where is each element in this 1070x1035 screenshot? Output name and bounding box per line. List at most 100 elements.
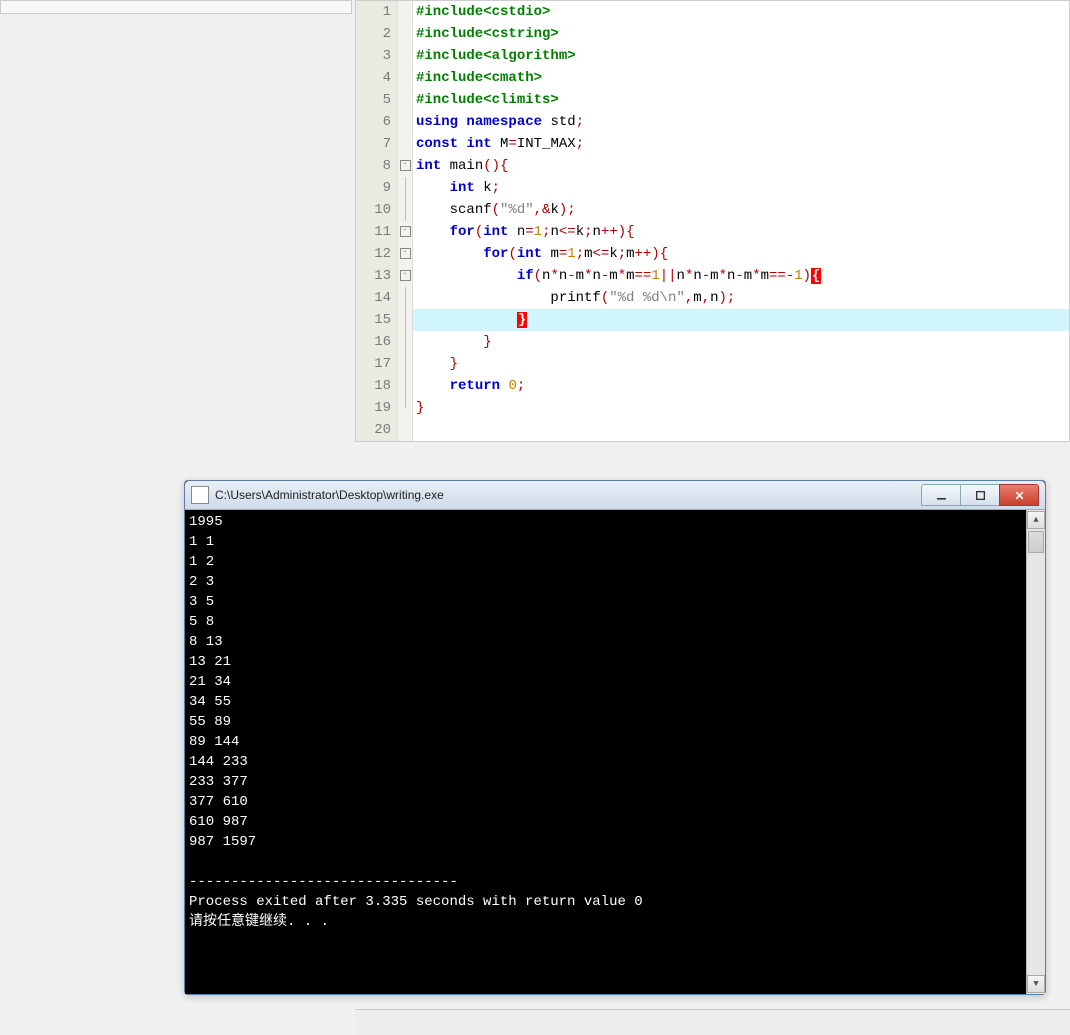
- token-kw: const: [416, 136, 458, 152]
- line-number: 19: [356, 397, 391, 419]
- token-punc: ;: [576, 246, 584, 262]
- fold-cell: [398, 419, 412, 441]
- token-ident: n: [677, 268, 685, 284]
- maximize-button[interactable]: [960, 484, 1000, 506]
- code-line[interactable]: }: [412, 353, 1069, 375]
- console-titlebar[interactable]: C:\Users\Administrator\Desktop\writing.e…: [185, 481, 1045, 510]
- token-pre: <algorithm>: [483, 48, 575, 64]
- token-pre: #include: [416, 26, 483, 42]
- console-line: 1995: [189, 512, 1022, 532]
- fold-toggle-icon[interactable]: -: [400, 160, 411, 171]
- console-line: 8 13: [189, 632, 1022, 652]
- fold-cell: [398, 1, 412, 23]
- token-punc: -: [735, 268, 743, 284]
- line-number: 10: [356, 199, 391, 221]
- token-punc: );: [559, 202, 576, 218]
- token-pre: <cmath>: [483, 70, 542, 86]
- code-line[interactable]: scanf("%d",&k);: [412, 199, 1069, 221]
- line-number: 18: [356, 375, 391, 397]
- token-brmatch: }: [517, 312, 527, 328]
- token-pre: #include: [416, 48, 483, 64]
- line-number-gutter: 1234567891011121314151617181920: [356, 1, 398, 441]
- code-line[interactable]: }: [412, 397, 1069, 419]
- code-line[interactable]: }: [412, 331, 1069, 353]
- line-number: 9: [356, 177, 391, 199]
- line-number: 11: [356, 221, 391, 243]
- console-line: 1 1: [189, 532, 1022, 552]
- token-punc: *: [550, 268, 558, 284]
- console-scrollbar[interactable]: ▲ ▼: [1026, 510, 1045, 994]
- code-line[interactable]: return 0;: [412, 375, 1069, 397]
- fold-cell[interactable]: -: [398, 265, 412, 287]
- fold-toggle-icon[interactable]: -: [400, 248, 411, 259]
- token-punc: <=: [559, 224, 576, 240]
- code-line[interactable]: }: [412, 309, 1069, 331]
- token-punc: ++){: [601, 224, 635, 240]
- console-output[interactable]: 19951 11 22 33 55 88 1313 2121 3434 5555…: [185, 510, 1026, 994]
- fold-toggle-icon[interactable]: -: [400, 226, 411, 237]
- token-ident: printf: [550, 290, 600, 306]
- line-number: 12: [356, 243, 391, 265]
- fold-cell[interactable]: -: [398, 243, 412, 265]
- token-punc: (): [483, 158, 500, 174]
- token-punc: ++){: [635, 246, 669, 262]
- code-line[interactable]: [412, 419, 1069, 441]
- console-line: --------------------------------: [189, 872, 1022, 892]
- token-punc: ||: [660, 268, 677, 284]
- token-punc: {: [500, 158, 508, 174]
- maximize-icon: [975, 490, 986, 501]
- console-line: 610 987: [189, 812, 1022, 832]
- line-number: 5: [356, 89, 391, 111]
- fold-cell[interactable]: -: [398, 221, 412, 243]
- line-number: 20: [356, 419, 391, 441]
- token-ident: m: [626, 246, 634, 262]
- code-line[interactable]: #include<cstdio>: [412, 1, 1069, 23]
- token-kw: int: [416, 158, 441, 174]
- code-line[interactable]: for(int m=1;m<=k;m++){: [412, 243, 1069, 265]
- code-line[interactable]: if(n*n-m*n-m*m==1||n*n-m*n-m*m==-1){: [412, 265, 1069, 287]
- token-punc: }: [416, 400, 424, 416]
- code-line[interactable]: #include<cmath>: [412, 67, 1069, 89]
- token-punc: *: [618, 268, 626, 284]
- fold-cell: [398, 375, 412, 397]
- token-kw: for: [450, 224, 475, 240]
- token-pre: <climits>: [483, 92, 559, 108]
- token-ident: k: [550, 202, 558, 218]
- token-ident: m: [584, 246, 592, 262]
- code-line[interactable]: for(int n=1;n<=k;n++){: [412, 221, 1069, 243]
- console-title: C:\Users\Administrator\Desktop\writing.e…: [215, 488, 922, 502]
- fold-toggle-icon[interactable]: -: [400, 270, 411, 281]
- token-punc: ;: [576, 136, 584, 152]
- code-line[interactable]: using namespace std;: [412, 111, 1069, 133]
- token-pre: #include: [416, 70, 483, 86]
- fold-column[interactable]: - - - -: [398, 1, 413, 441]
- line-number: 8: [356, 155, 391, 177]
- token-ident: INT_MAX: [517, 136, 576, 152]
- line-number: 15: [356, 309, 391, 331]
- token-ident: n: [508, 224, 525, 240]
- code-line[interactable]: int k;: [412, 177, 1069, 199]
- scroll-up-button[interactable]: ▲: [1027, 511, 1045, 529]
- minimize-button[interactable]: [921, 484, 961, 506]
- scroll-down-button[interactable]: ▼: [1027, 975, 1045, 993]
- scroll-thumb[interactable]: [1028, 531, 1044, 553]
- console-line: 89 144: [189, 732, 1022, 752]
- code-line[interactable]: printf("%d %d\n",m,n);: [412, 287, 1069, 309]
- close-button[interactable]: [999, 484, 1039, 506]
- console-line: 34 55: [189, 692, 1022, 712]
- console-window[interactable]: C:\Users\Administrator\Desktop\writing.e…: [184, 480, 1046, 995]
- line-number: 1: [356, 1, 391, 23]
- code-editor[interactable]: 1234567891011121314151617181920 ---- #in…: [355, 0, 1070, 442]
- code-line[interactable]: #include<climits>: [412, 89, 1069, 111]
- token-punc: *: [752, 268, 760, 284]
- code-line[interactable]: #include<cstring>: [412, 23, 1069, 45]
- token-punc: ;: [584, 224, 592, 240]
- code-line[interactable]: const int M=INT_MAX;: [412, 133, 1069, 155]
- token-punc: }: [450, 356, 458, 372]
- code-line[interactable]: int main(){: [412, 155, 1069, 177]
- fold-cell[interactable]: -: [398, 155, 412, 177]
- token-pre: <cstdio>: [483, 4, 550, 20]
- code-line[interactable]: #include<algorithm>: [412, 45, 1069, 67]
- code-content[interactable]: #include<cstdio>#include<cstring>#includ…: [412, 1, 1069, 441]
- token-kw: for: [483, 246, 508, 262]
